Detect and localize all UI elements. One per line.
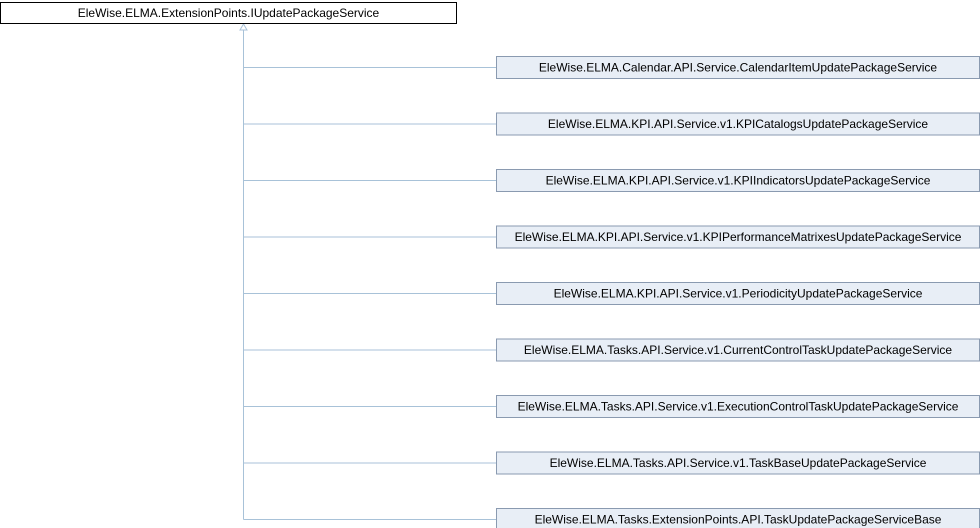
derived-class-label: EleWise.ELMA.KPI.API.Service.v1.KPIPerfo…: [515, 230, 962, 244]
inheritance-diagram: EleWise.ELMA.ExtensionPoints.IUpdatePack…: [0, 2, 980, 528]
derived-class-label: EleWise.ELMA.Tasks.ExtensionPoints.API.T…: [535, 513, 942, 527]
inheritance-arrowhead-icon: [239, 23, 248, 31]
derived-class-node[interactable]: EleWise.ELMA.Calendar.API.Service.Calend…: [496, 56, 980, 79]
derived-class-label: EleWise.ELMA.Calendar.API.Service.Calend…: [539, 61, 938, 75]
base-class-node[interactable]: EleWise.ELMA.ExtensionPoints.IUpdatePack…: [0, 2, 457, 24]
derived-class-node[interactable]: EleWise.ELMA.Tasks.ExtensionPoints.API.T…: [496, 508, 980, 528]
derived-class-label: EleWise.ELMA.KPI.API.Service.v1.Periodic…: [554, 287, 923, 301]
derived-class-label: EleWise.ELMA.Tasks.API.Service.v1.Curren…: [524, 343, 953, 357]
derived-class-label: EleWise.ELMA.Tasks.API.Service.v1.TaskBa…: [550, 456, 927, 470]
derived-class-node[interactable]: EleWise.ELMA.KPI.API.Service.v1.KPIPerfo…: [496, 225, 980, 249]
derived-class-node[interactable]: EleWise.ELMA.KPI.API.Service.v1.Periodic…: [496, 282, 980, 305]
base-class-label: EleWise.ELMA.ExtensionPoints.IUpdatePack…: [78, 6, 380, 20]
derived-class-label: EleWise.ELMA.Tasks.API.Service.v1.Execut…: [518, 400, 959, 414]
derived-class-node[interactable]: EleWise.ELMA.KPI.API.Service.v1.KPIIndic…: [496, 169, 980, 192]
derived-nodes: EleWise.ELMA.Calendar.API.Service.Calend…: [496, 56, 980, 528]
derived-class-node[interactable]: EleWise.ELMA.Tasks.API.Service.v1.Curren…: [496, 338, 980, 362]
derived-class-node[interactable]: EleWise.ELMA.KPI.API.Service.v1.KPICatal…: [496, 112, 980, 136]
derived-class-node[interactable]: EleWise.ELMA.Tasks.API.Service.v1.Execut…: [496, 395, 980, 418]
derived-class-node[interactable]: EleWise.ELMA.Tasks.API.Service.v1.TaskBa…: [496, 451, 980, 475]
connectors: [239, 23, 497, 520]
derived-class-label: EleWise.ELMA.KPI.API.Service.v1.KPIIndic…: [546, 174, 931, 188]
derived-class-label: EleWise.ELMA.KPI.API.Service.v1.KPICatal…: [548, 117, 929, 131]
